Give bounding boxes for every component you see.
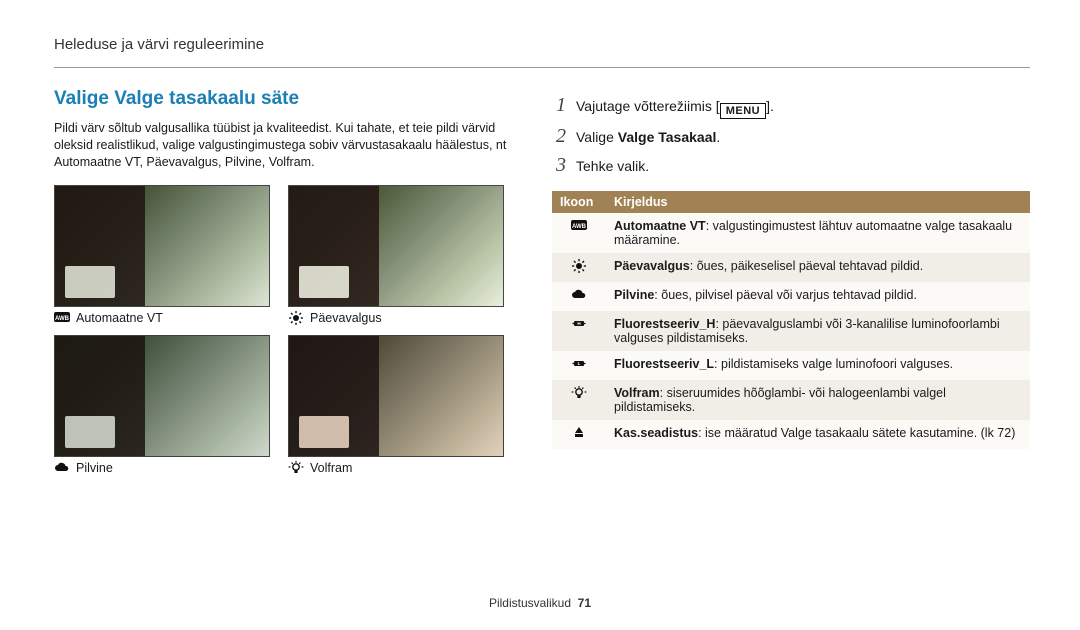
awb-icon xyxy=(571,219,587,233)
thumb-label: Päevavalgus xyxy=(310,311,382,325)
bulb-icon xyxy=(571,386,587,400)
row-desc: Päevavalgus: õues, päikeselisel päeval t… xyxy=(606,253,1030,282)
sun-icon xyxy=(288,311,304,325)
thumb-0: Automaatne VT xyxy=(54,185,270,325)
thumb-caption: Pilvine xyxy=(54,461,270,475)
step-2: 2 Valige Valge Tasakaal. xyxy=(552,125,1030,148)
thumb-image xyxy=(288,335,504,457)
row-icon-cell xyxy=(552,351,606,380)
thumb-2: Pilvine xyxy=(54,335,270,475)
awb-icon xyxy=(54,311,70,325)
row-desc: Volfram: siseruumides hõõglambi- või hal… xyxy=(606,380,1030,420)
table-row: Automaatne VT: valgustingimustest lähtuv… xyxy=(552,213,1030,253)
col-icon: Ikoon xyxy=(552,191,606,213)
fluor-h-icon xyxy=(571,317,587,331)
row-icon-cell xyxy=(552,282,606,311)
row-desc: Pilvine: õues, pilvisel päeval või varju… xyxy=(606,282,1030,311)
row-icon-cell xyxy=(552,420,606,449)
divider xyxy=(54,67,1030,68)
row-icon-cell xyxy=(552,253,606,282)
thumb-label: Volfram xyxy=(310,461,352,475)
row-icon-cell xyxy=(552,380,606,420)
cloud-icon xyxy=(571,288,587,302)
page-header: Heleduse ja värvi reguleerimine xyxy=(54,36,1030,53)
table-row: Päevavalgus: õues, päikeselisel päeval t… xyxy=(552,253,1030,282)
table-row: Kas.seadistus: ise määratud Valge tasaka… xyxy=(552,420,1030,449)
custom-icon xyxy=(571,426,587,440)
settings-table: Ikoon Kirjeldus Automaatne VT: valgustin… xyxy=(552,191,1030,449)
row-desc: Fluorestseeriv_H: päevavalguslambi või 3… xyxy=(606,311,1030,351)
table-row: Fluorestseeriv_L: pildistamiseks valge l… xyxy=(552,351,1030,380)
step-1: 1 Vajutage võtterežiimis [MENU]. xyxy=(552,94,1030,119)
sun-icon xyxy=(571,259,587,273)
row-desc: Kas.seadistus: ise määratud Valge tasaka… xyxy=(606,420,1030,449)
thumb-caption: Päevavalgus xyxy=(288,311,504,325)
fluor-l-icon xyxy=(571,357,587,371)
col-desc: Kirjeldus xyxy=(606,191,1030,213)
row-icon-cell xyxy=(552,213,606,253)
bulb-icon xyxy=(288,461,304,475)
thumb-3: Volfram xyxy=(288,335,504,475)
thumb-image xyxy=(288,185,504,307)
row-icon-cell xyxy=(552,311,606,351)
thumb-caption: Volfram xyxy=(288,461,504,475)
cloud-icon xyxy=(54,461,70,475)
table-row: Pilvine: õues, pilvisel päeval või varju… xyxy=(552,282,1030,311)
step-3: 3 Tehke valik. xyxy=(552,154,1030,177)
intro-text: Pildi värv sõltub valgusallika tüübist j… xyxy=(54,120,524,171)
table-row: Volfram: siseruumides hõõglambi- või hal… xyxy=(552,380,1030,420)
page-footer: Pildistusvalikud 71 xyxy=(0,596,1080,610)
menu-button: MENU xyxy=(720,103,766,119)
thumb-image xyxy=(54,185,270,307)
table-row: Fluorestseeriv_H: päevavalguslambi või 3… xyxy=(552,311,1030,351)
thumb-label: Pilvine xyxy=(76,461,113,475)
row-desc: Automaatne VT: valgustingimustest lähtuv… xyxy=(606,213,1030,253)
row-desc: Fluorestseeriv_L: pildistamiseks valge l… xyxy=(606,351,1030,380)
section-title: Valige Valge tasakaalu säte xyxy=(54,88,524,110)
thumb-image xyxy=(54,335,270,457)
thumb-1: Päevavalgus xyxy=(288,185,504,325)
thumb-caption: Automaatne VT xyxy=(54,311,270,325)
thumb-label: Automaatne VT xyxy=(76,311,163,325)
